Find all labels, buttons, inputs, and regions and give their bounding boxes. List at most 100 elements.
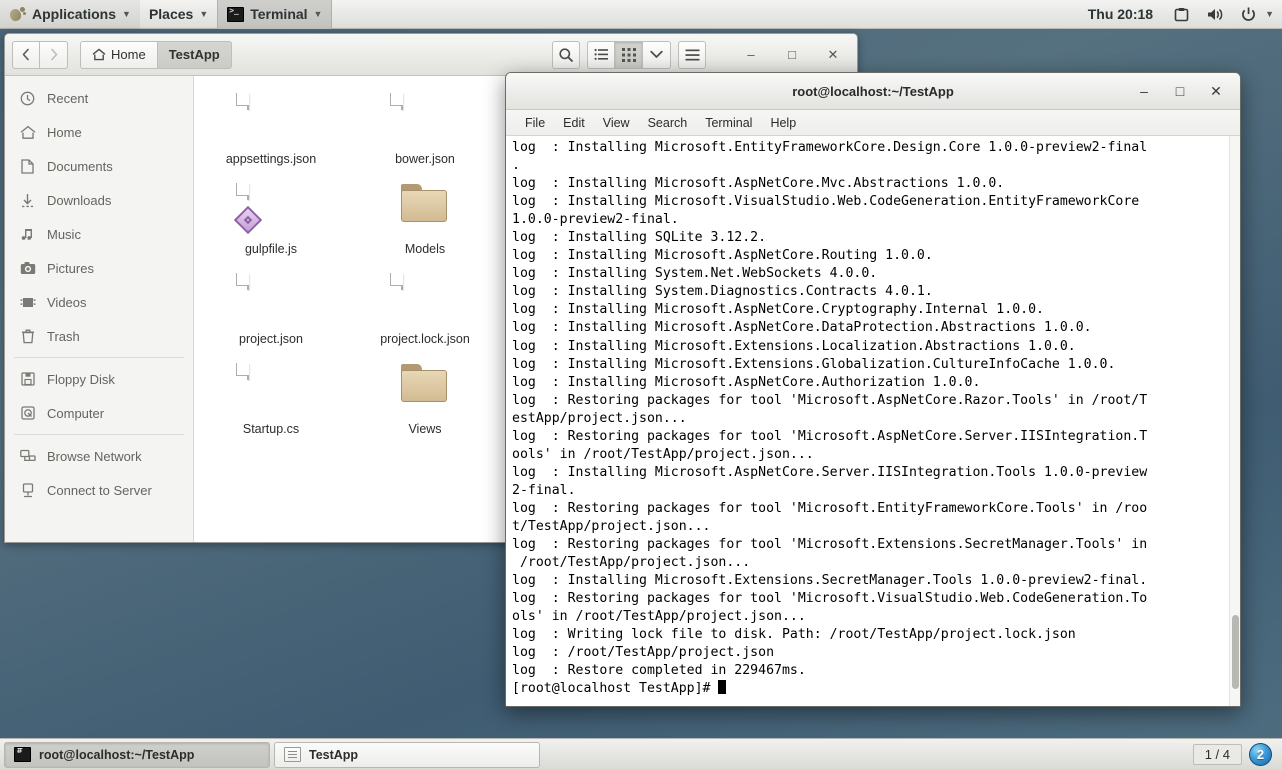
file-item-project-json[interactable]: project.json: [194, 270, 348, 360]
sidebar-item-downloads[interactable]: Downloads: [5, 183, 193, 217]
maximize-glyph: □: [788, 47, 796, 62]
places-menu-label: Places: [148, 6, 194, 22]
sidebar-item-documents[interactable]: Documents: [5, 149, 193, 183]
terminal-window-controls: – □ ✕: [1126, 76, 1240, 107]
bottom-taskbar: root@localhost:~/TestApp TestApp 1 / 4 2: [0, 738, 1282, 770]
terminal-icon: [227, 6, 245, 22]
chevron-down-icon: [650, 50, 663, 58]
breadcrumb-label-testapp: TestApp: [168, 47, 220, 62]
applications-menu-label: Applications: [32, 6, 117, 22]
breadcrumb-item-home[interactable]: Home: [80, 40, 158, 69]
menu-terminal[interactable]: Terminal: [696, 111, 761, 135]
close-button[interactable]: ✕: [816, 40, 850, 70]
menu-help[interactable]: Help: [761, 111, 805, 135]
notification-badge[interactable]: 2: [1249, 743, 1272, 766]
list-view-icon: [594, 48, 608, 60]
clock[interactable]: Thu 20:18: [1076, 6, 1165, 22]
home-icon: [19, 124, 36, 141]
terminal-scrollbar-thumb[interactable]: [1232, 614, 1239, 689]
home-icon: [92, 48, 106, 61]
sidebar-item-pictures[interactable]: Pictures: [5, 251, 193, 285]
places-menu[interactable]: Places ▼: [140, 0, 217, 29]
file-item-project-lock-json[interactable]: project.lock.json: [348, 270, 502, 360]
terminal-menubar: File Edit View Search Terminal Help: [506, 110, 1240, 136]
forward-button[interactable]: [40, 40, 68, 69]
file-item-appsettings-json[interactable]: appsettings.json: [194, 90, 348, 180]
active-app-menu[interactable]: Terminal ▼: [217, 0, 333, 29]
minimize-glyph: –: [747, 47, 755, 62]
taskbar-item-terminal[interactable]: root@localhost:~/TestApp: [4, 741, 270, 768]
maximize-button[interactable]: □: [775, 40, 809, 70]
folder-icon: [401, 364, 449, 420]
sidebar-label-recent: Recent: [47, 90, 89, 106]
volume-icon[interactable]: [1198, 6, 1232, 23]
sidebar-label-floppy-disk: Floppy Disk: [47, 371, 115, 387]
hamburger-menu-icon: [685, 49, 699, 60]
sidebar-item-recent[interactable]: Recent: [5, 81, 193, 115]
sidebar-item-computer[interactable]: Computer: [5, 396, 193, 430]
view-mode-group: [587, 40, 671, 69]
file-item-bower-json[interactable]: bower.json: [348, 90, 502, 180]
file-item-models[interactable]: Models: [348, 180, 502, 270]
sidebar: Recent Home Documents Downloads Music Pi…: [5, 76, 194, 542]
sidebar-item-music[interactable]: Music: [5, 217, 193, 251]
navigation-buttons: [12, 40, 68, 69]
clock-icon: [19, 90, 36, 107]
back-button[interactable]: [12, 40, 40, 69]
terminal-maximize-button[interactable]: □: [1162, 76, 1198, 107]
document-icon: [19, 158, 36, 175]
breadcrumb-label-home: Home: [111, 47, 146, 62]
terminal-titlebar[interactable]: root@localhost:~/TestApp – □ ✕: [506, 73, 1240, 110]
chevron-down-icon[interactable]: ▼: [1265, 9, 1282, 19]
file-manager-headerbar: Home TestApp – □ ✕: [5, 34, 857, 76]
minimize-button[interactable]: –: [734, 40, 768, 70]
sidebar-item-trash[interactable]: Trash: [5, 319, 193, 353]
list-view-button[interactable]: [587, 40, 615, 69]
sidebar-label-videos: Videos: [47, 294, 87, 310]
applications-menu[interactable]: Applications ▼: [0, 0, 140, 29]
trash-icon: [19, 328, 36, 345]
menu-search[interactable]: Search: [639, 111, 697, 135]
main-menu-button[interactable]: [678, 40, 706, 69]
sidebar-label-trash: Trash: [47, 328, 80, 344]
sidebar-item-browse-network[interactable]: Browse Network: [5, 439, 193, 473]
search-icon: [559, 47, 573, 62]
sidebar-label-documents: Documents: [47, 158, 113, 174]
taskbar-item-testapp[interactable]: TestApp: [274, 741, 540, 768]
file-item-gulpfile-js[interactable]: gulpfile.js: [194, 180, 348, 270]
terminal-output: log : Installing Microsoft.EntityFramewo…: [512, 139, 1240, 698]
file-label: bower.json: [395, 152, 455, 166]
sidebar-item-floppy-disk[interactable]: Floppy Disk: [5, 362, 193, 396]
menu-edit[interactable]: Edit: [554, 111, 594, 135]
grid-view-icon: [621, 47, 636, 62]
sidebar-label-browse-network: Browse Network: [47, 448, 142, 464]
screenshot-icon[interactable]: [1165, 6, 1198, 23]
sidebar-item-videos[interactable]: Videos: [5, 285, 193, 319]
sidebar-item-home[interactable]: Home: [5, 115, 193, 149]
terminal-icon: [14, 747, 31, 762]
taskbar-label-terminal: root@localhost:~/TestApp: [39, 747, 195, 762]
sidebar-label-connect-to-server: Connect to Server: [47, 482, 152, 498]
terminal-close-button[interactable]: ✕: [1198, 76, 1234, 107]
grid-view-button[interactable]: [615, 40, 643, 69]
chevron-down-icon: ▼: [199, 9, 209, 19]
file-label: appsettings.json: [225, 152, 317, 166]
javascript-file-icon: [233, 183, 295, 240]
top-panel: Applications ▼ Places ▼ Terminal ▼ Thu 2…: [0, 0, 1282, 29]
workspace-switcher[interactable]: 1 / 4: [1192, 744, 1242, 765]
file-label: Views: [408, 422, 442, 436]
menu-file[interactable]: File: [516, 111, 554, 135]
power-icon[interactable]: [1232, 6, 1265, 23]
terminal-screen[interactable]: log : Installing Microsoft.EntityFramewo…: [506, 136, 1240, 706]
breadcrumb-item-testapp[interactable]: TestApp: [157, 40, 232, 69]
sidebar-label-music: Music: [47, 226, 81, 242]
terminal-minimize-button[interactable]: –: [1126, 76, 1162, 107]
file-item-startup-cs[interactable]: Startup.cs: [194, 360, 348, 450]
view-options-button[interactable]: [643, 40, 671, 69]
file-item-views[interactable]: Views: [348, 360, 502, 450]
search-button[interactable]: [552, 40, 580, 69]
terminal-scrollbar[interactable]: [1229, 136, 1240, 706]
sidebar-item-connect-to-server[interactable]: Connect to Server: [5, 473, 193, 507]
menu-view[interactable]: View: [594, 111, 639, 135]
active-app-label: Terminal: [250, 6, 308, 22]
